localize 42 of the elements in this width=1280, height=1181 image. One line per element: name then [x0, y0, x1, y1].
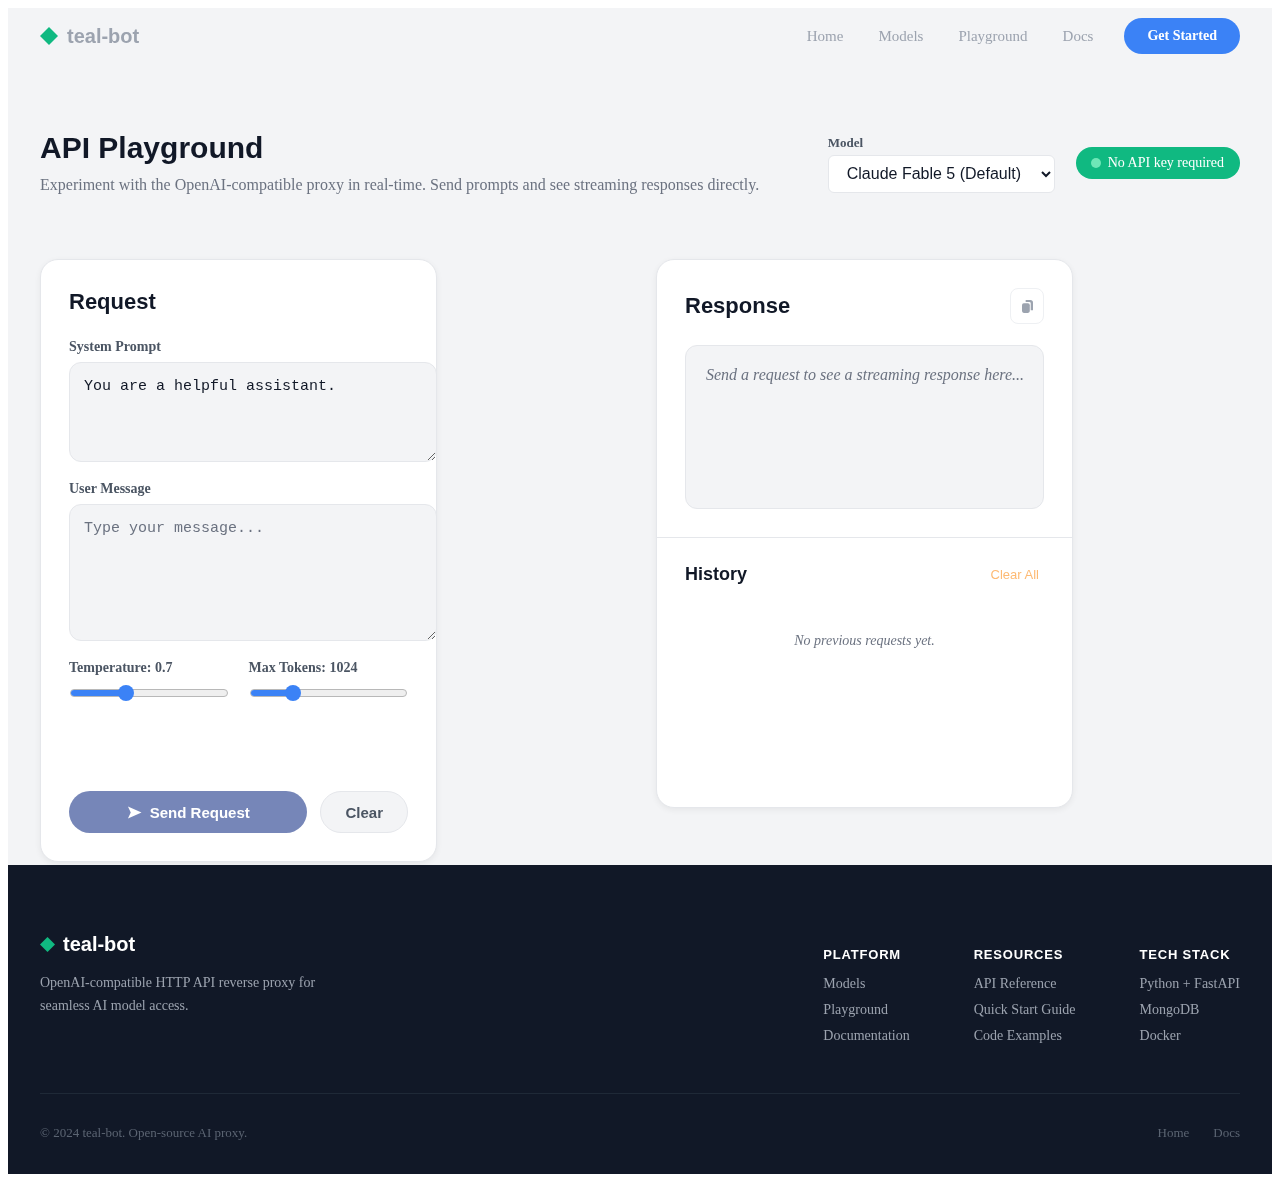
footer-brand-name: teal-bot [63, 932, 136, 957]
footer-link[interactable]: MongoDB [1139, 1000, 1200, 1020]
send-icon [126, 804, 142, 820]
footer-link[interactable]: Playground [823, 1000, 888, 1020]
footer-link[interactable]: Code Examples [973, 1026, 1062, 1046]
slider-thumb[interactable] [285, 685, 302, 701]
text-area-field[interactable]: Type your message... [69, 504, 437, 641]
response-output-area: Send a request to see a streaming response here... [685, 345, 1044, 509]
badge-text: No API key required [1107, 155, 1224, 171]
range-slider[interactable] [69, 685, 229, 701]
status-dot-icon [1090, 158, 1101, 168]
clear-button[interactable]: Clear [320, 791, 408, 833]
field-label: System Prompt [69, 339, 162, 355]
slider-label: Max Tokens: 1024 [248, 660, 359, 676]
model-label: Model [827, 133, 865, 151]
footer-description: OpenAI-compatible HTTP API reverse proxy for seamless AI model access. [40, 974, 317, 1015]
page-title: API Playground [40, 130, 265, 166]
footer-link[interactable]: Models [823, 974, 866, 994]
footer-column-heading: PLATFORM [823, 946, 901, 964]
page-subtitle: Experiment with the OpenAI-compatible proxy in real-time. Send prompts and see streaming responses directly. [40, 175, 760, 196]
logo-diamond-icon [40, 936, 55, 952]
model-select[interactable]: Claude Fable 5 (Default) [827, 154, 1055, 193]
footer-column-heading: TECH STACK [1139, 946, 1231, 964]
history-heading: History [685, 565, 747, 583]
request-heading: Request [69, 288, 157, 316]
text-area-field[interactable]: You are a helpful assistant. [69, 362, 437, 462]
copyright-text: © 2024 teal-bot. Open-source AI proxy. [40, 1125, 248, 1141]
footer-link[interactable]: Python + FastAPI [1139, 974, 1240, 994]
footer-link[interactable]: Docker [1139, 1026, 1181, 1046]
footer-link[interactable]: Documentation [823, 1026, 910, 1046]
field-label: User Message [69, 481, 152, 497]
copy-button[interactable] [1010, 288, 1044, 324]
logo-diamond-icon [40, 27, 58, 45]
response-heading: Response [685, 292, 791, 320]
history-empty-text: No previous requests yet. [793, 633, 936, 649]
slider-thumb[interactable] [118, 685, 135, 701]
footer-link[interactable]: API Reference [973, 974, 1057, 994]
footer-column-heading: RESOURCES [973, 946, 1064, 964]
get-started-button[interactable]: Get Started [1124, 18, 1240, 54]
footer-link[interactable]: Quick Start Guide [973, 1000, 1076, 1020]
copy-icon [1021, 299, 1033, 313]
slider-label: Temperature: 0.7 [69, 660, 174, 676]
